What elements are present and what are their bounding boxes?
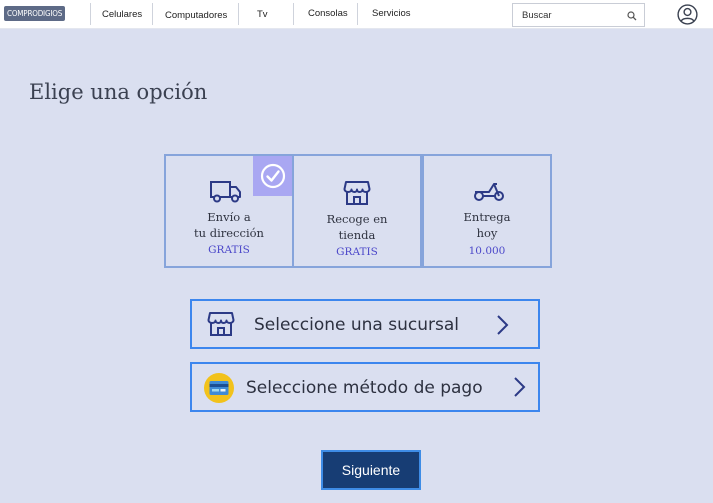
nav-divider bbox=[357, 3, 358, 25]
store-icon bbox=[343, 181, 371, 205]
option-same-day[interactable]: Entrega hoy 10.000 bbox=[422, 154, 552, 268]
search-box bbox=[512, 3, 645, 27]
option-price: 10.000 bbox=[468, 245, 506, 257]
option-price: GRATIS bbox=[208, 244, 250, 256]
nav-item-computadores[interactable]: Computadores bbox=[165, 10, 227, 22]
option-store-pickup[interactable]: Recoge en tienda GRATIS bbox=[292, 154, 422, 268]
check-icon bbox=[260, 163, 286, 189]
logo[interactable]: COMPRODIGIOS bbox=[4, 6, 66, 21]
nav-divider bbox=[238, 3, 239, 25]
nav-divider bbox=[293, 3, 294, 25]
nav-divider bbox=[152, 3, 153, 25]
nav-item-consolas[interactable]: Consolas bbox=[308, 8, 348, 20]
page-title: Elige una opción bbox=[29, 80, 208, 104]
nav-item-servicios[interactable]: Servicios bbox=[372, 8, 411, 20]
option-price: GRATIS bbox=[336, 246, 378, 258]
select-payment-label: Seleccione método de pago bbox=[246, 378, 483, 398]
select-branch-button[interactable]: Seleccione una sucursal bbox=[190, 299, 540, 349]
nav-divider bbox=[90, 3, 91, 25]
option-title-line1: Envío a bbox=[207, 210, 251, 224]
option-title-line1: Recoge en bbox=[326, 212, 388, 226]
delivery-options: Envío a tu dirección GRATIS Recoge en ti… bbox=[164, 154, 552, 268]
scooter-icon bbox=[474, 183, 504, 201]
chevron-right-icon bbox=[514, 377, 526, 397]
option-shipping[interactable]: Envío a tu dirección GRATIS bbox=[164, 154, 294, 268]
next-button[interactable]: Siguiente bbox=[321, 450, 421, 490]
option-title-line2: tienda bbox=[338, 228, 376, 242]
chevron-right-icon bbox=[497, 315, 509, 335]
user-icon[interactable] bbox=[677, 4, 698, 25]
select-branch-label: Seleccione una sucursal bbox=[254, 315, 459, 335]
store-icon bbox=[207, 312, 235, 336]
select-payment-button[interactable]: Seleccione método de pago bbox=[190, 362, 540, 412]
option-title-line2: tu dirección bbox=[194, 226, 264, 240]
truck-icon bbox=[210, 181, 241, 203]
nav-item-tv[interactable]: Tv bbox=[257, 9, 268, 21]
option-title-line1: Entrega bbox=[463, 210, 511, 224]
top-navigation-bar: COMPRODIGIOS Celulares Computadores Tv C… bbox=[0, 0, 713, 29]
card-icon bbox=[204, 373, 234, 403]
search-input[interactable] bbox=[522, 9, 622, 22]
selected-badge bbox=[253, 156, 293, 196]
search-icon[interactable] bbox=[627, 11, 637, 21]
option-title-line2: hoy bbox=[476, 226, 498, 240]
nav-item-celulares[interactable]: Celulares bbox=[102, 9, 142, 21]
